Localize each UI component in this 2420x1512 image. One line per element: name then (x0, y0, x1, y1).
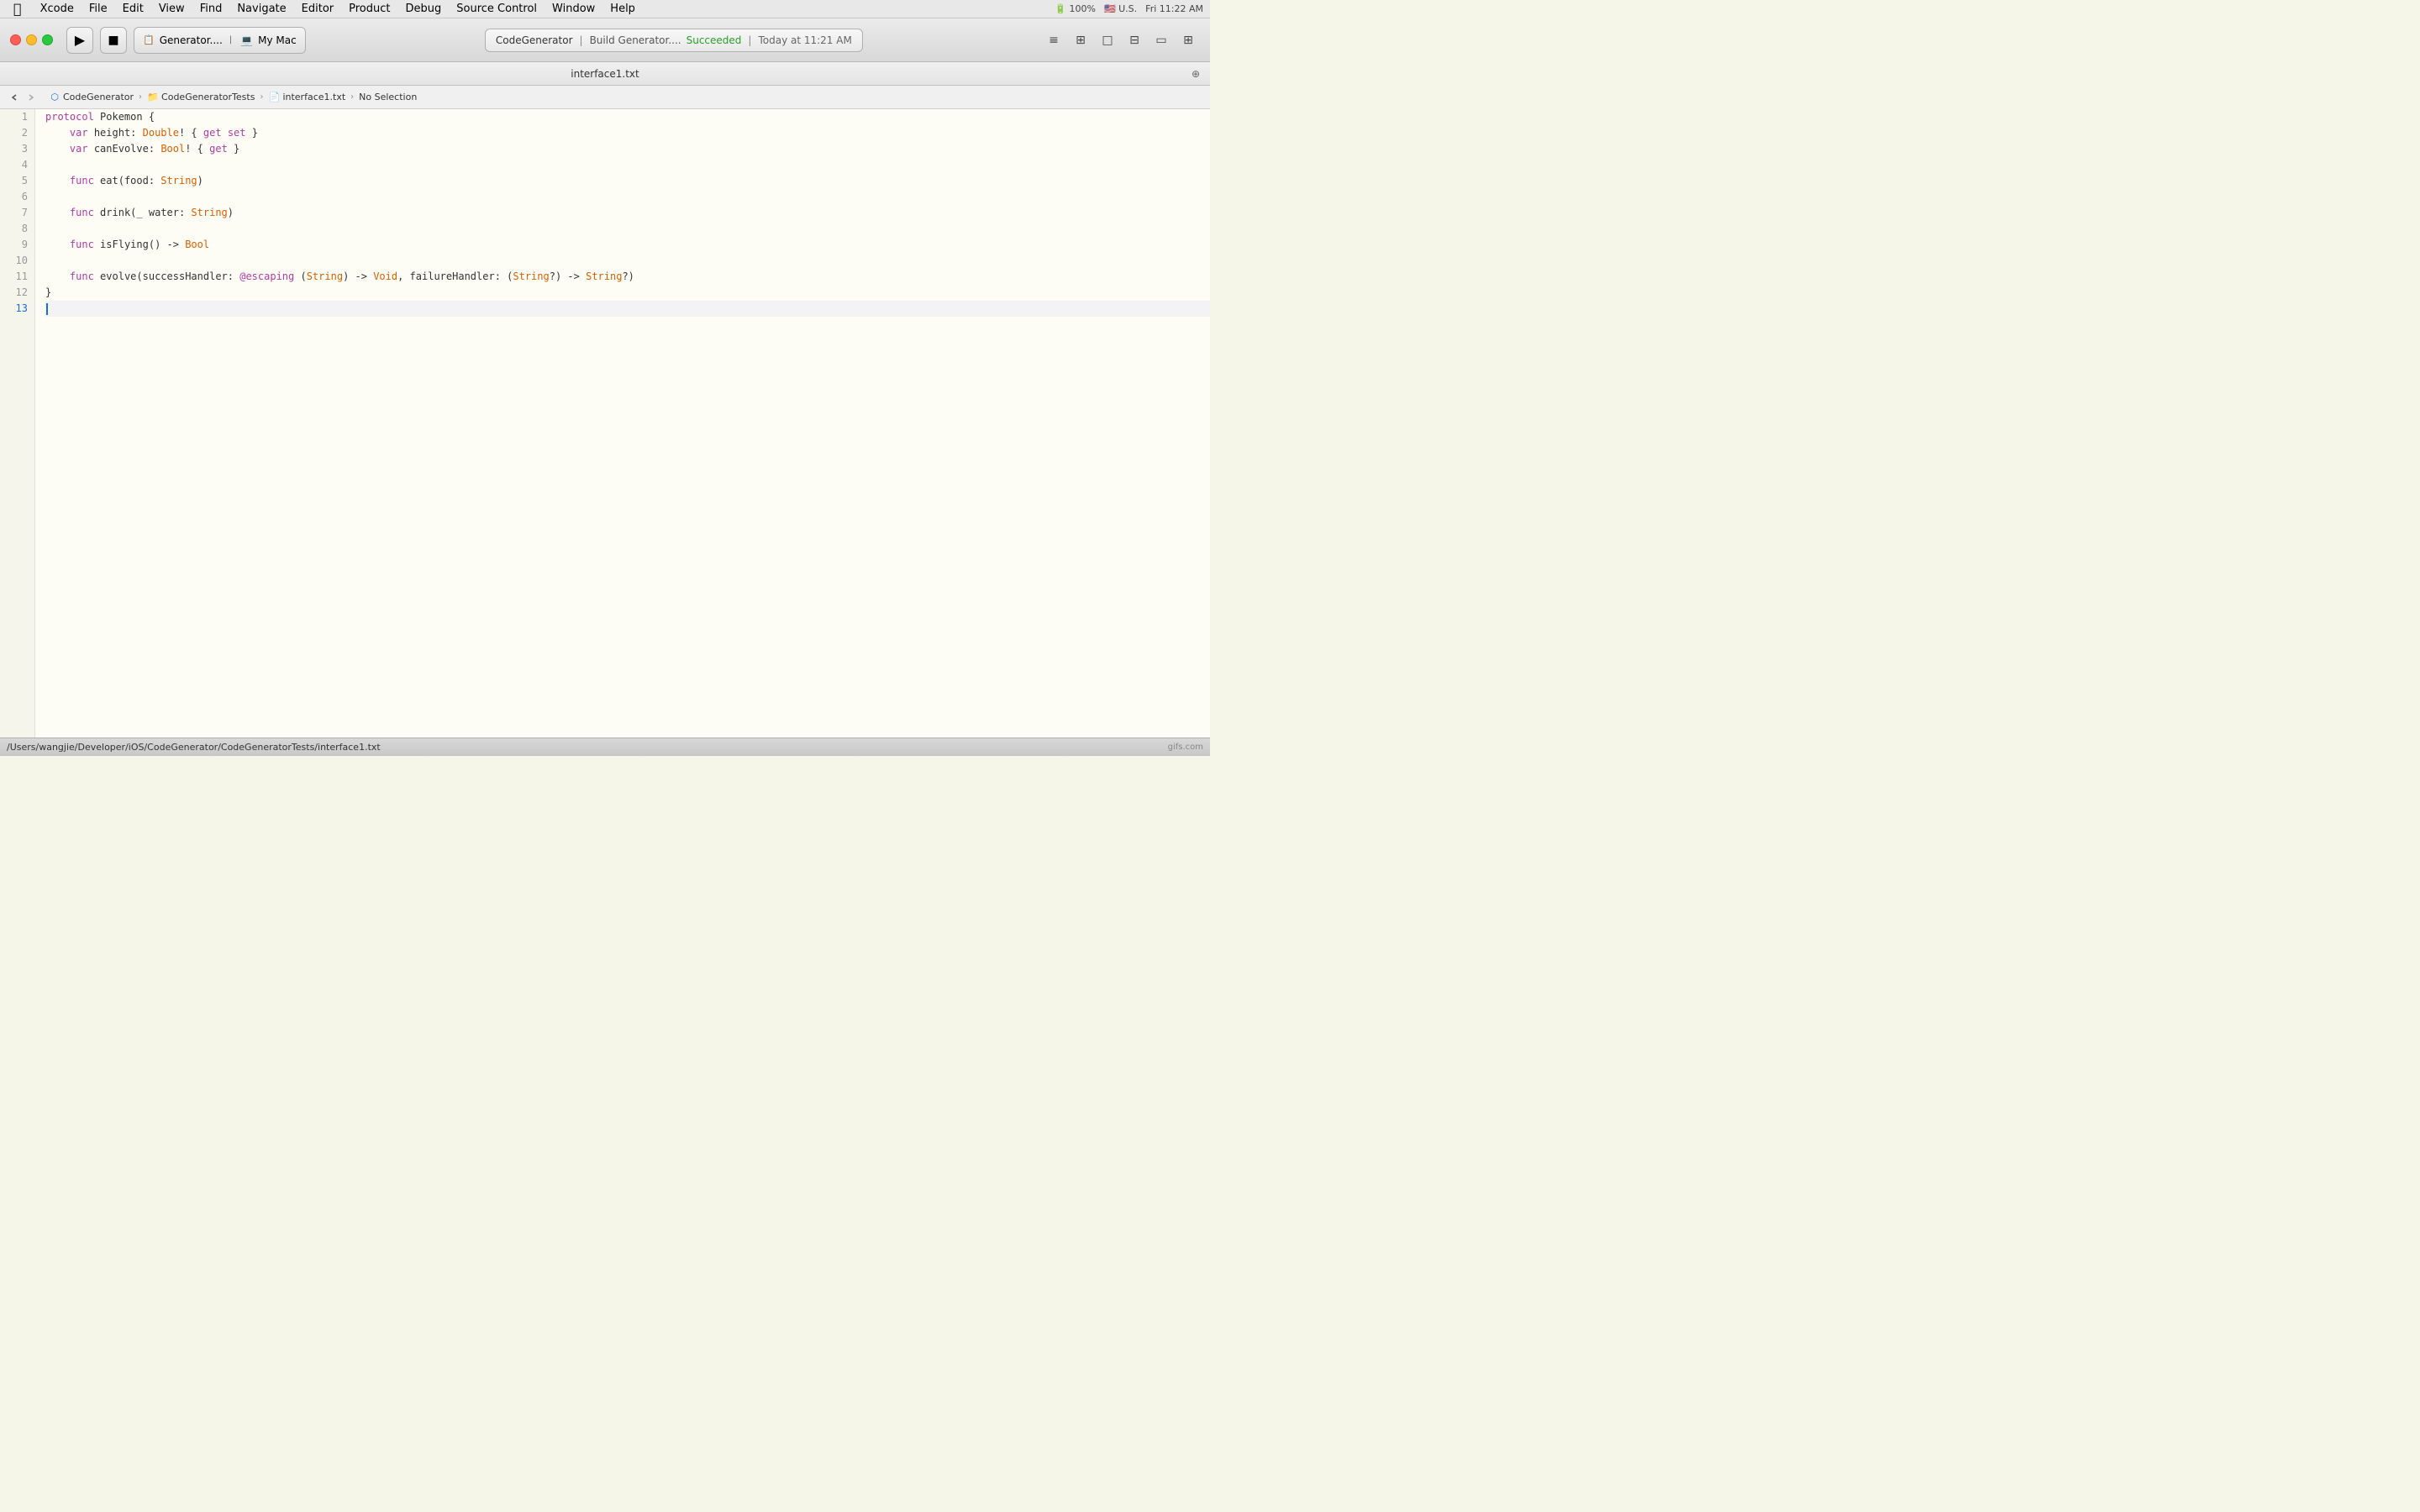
code-line-10 (45, 253, 1210, 269)
traffic-lights (10, 34, 53, 45)
scheme-name: Generator.... (160, 34, 223, 46)
menu-edit[interactable]: Edit (116, 2, 150, 16)
build-status: CodeGenerator | Build Generator.... Succ… (313, 29, 1035, 52)
scheme-separator: | (229, 35, 232, 45)
file-icon: 📄 (268, 92, 280, 103)
menu-file[interactable]: File (82, 2, 114, 16)
file-title: interface1.txt (571, 68, 639, 80)
line-num-2: 2 (0, 125, 34, 141)
breadcrumb-sep-1: › (139, 92, 142, 102)
code-line-7: func drink(_ water: String) (45, 205, 1210, 221)
line-num-7: 7 (0, 205, 34, 221)
folder-icon: 📁 (147, 92, 159, 103)
run-button[interactable]: ▶ (66, 27, 93, 54)
statusbar: /Users/wangjie/Developer/iOS/CodeGenerat… (0, 738, 1210, 756)
build-time: Today at 11:21 AM (758, 34, 851, 46)
navigator-toggle[interactable]: ≡ (1042, 29, 1065, 52)
editor-layout-single[interactable]: □ (1096, 29, 1119, 52)
toolbar-right: ≡ ⊞ □ ⊟ ▭ ⊞ (1042, 29, 1200, 52)
breadcrumb-sep-2: › (260, 92, 263, 102)
jump-bar-toggle[interactable]: ⊞ (1069, 29, 1092, 52)
apple-menu[interactable]:  (7, 0, 29, 18)
code-line-1: protocol Pokemon { (45, 109, 1210, 125)
project-icon: ⬡ (49, 92, 60, 103)
line-num-4: 4 (0, 157, 34, 173)
code-line-12: } (45, 285, 1210, 301)
build-result: Succeeded (687, 34, 742, 46)
toolbar: ▶ ■ 📋 Generator.... | 💻 My Mac CodeGener… (0, 18, 1210, 62)
code-line-9: func isFlying() -> Bool (45, 237, 1210, 253)
build-time-sep: | (748, 34, 751, 46)
expand-button[interactable]: ⊕ (1188, 66, 1203, 81)
close-button[interactable] (10, 34, 21, 45)
line-num-11: 11 (0, 269, 34, 285)
editor: 1 2 3 4 5 6 7 8 9 10 11 12 13 protocol P… (0, 109, 1210, 738)
build-separator: | (580, 34, 583, 46)
status-path: /Users/wangjie/Developer/iOS/CodeGenerat… (7, 742, 381, 753)
line-num-12: 12 (0, 285, 34, 301)
breadcrumb-back[interactable] (7, 90, 22, 105)
line-numbers: 1 2 3 4 5 6 7 8 9 10 11 12 13 (0, 109, 35, 738)
code-line-11: func evolve(successHandler: @escaping (S… (45, 269, 1210, 285)
breadcrumb-selection-text: No Selection (359, 92, 417, 102)
breadcrumb-project-name: CodeGenerator (63, 92, 134, 102)
menu-debug[interactable]: Debug (398, 2, 448, 16)
menu-xcode[interactable]: Xcode (34, 2, 81, 16)
line-num-5: 5 (0, 173, 34, 189)
destination-icon: 💻 (240, 34, 253, 46)
breadcrumb-file[interactable]: 📄 interface1.txt (265, 90, 349, 105)
system-battery: 🔋 100% (1055, 3, 1096, 14)
breadcrumb-folder-name: CodeGeneratorTests (161, 92, 255, 102)
zoom-button[interactable] (42, 34, 53, 45)
code-line-8 (45, 221, 1210, 237)
breadcrumb-selection[interactable]: No Selection (355, 90, 420, 104)
code-line-13 (45, 301, 1210, 317)
line-num-9: 9 (0, 237, 34, 253)
menu-product[interactable]: Product (342, 2, 397, 16)
line-num-1: 1 (0, 109, 34, 125)
breadcrumb-sep-3: › (350, 92, 354, 102)
scheme-selector[interactable]: 📋 Generator.... | 💻 My Mac (134, 27, 306, 54)
code-line-6 (45, 189, 1210, 205)
minimize-button[interactable] (26, 34, 37, 45)
breadcrumb-nav (7, 90, 39, 105)
line-num-10: 10 (0, 253, 34, 269)
build-action: Build Generator.... (590, 34, 681, 46)
menu-help[interactable]: Help (603, 2, 642, 16)
editor-layout-split-h[interactable]: ⊟ (1123, 29, 1146, 52)
line-num-8: 8 (0, 221, 34, 237)
code-line-5: func eat(food: String) (45, 173, 1210, 189)
menu-window[interactable]: Window (545, 2, 602, 16)
code-line-3: var canEvolve: Bool! { get } (45, 141, 1210, 157)
build-status-box: CodeGenerator | Build Generator.... Succ… (485, 29, 863, 52)
line-num-3: 3 (0, 141, 34, 157)
code-line-2: var height: Double! { get set } (45, 125, 1210, 141)
destination-name: My Mac (258, 34, 297, 46)
breadcrumb-folder[interactable]: 📁 CodeGeneratorTests (144, 90, 258, 105)
editor-layout-split-v[interactable]: ▭ (1150, 29, 1173, 52)
code-area[interactable]: protocol Pokemon { var height: Double! {… (35, 109, 1210, 738)
menu-find[interactable]: Find (193, 2, 229, 16)
breadcrumb-project[interactable]: ⬡ CodeGenerator (45, 90, 137, 105)
watermark: gifs.com (1168, 743, 1203, 752)
code-line-4 (45, 157, 1210, 173)
menu-editor[interactable]: Editor (295, 2, 340, 16)
breadcrumb-forward[interactable] (24, 90, 39, 105)
scheme-icon: 📋 (143, 34, 155, 45)
breadcrumb-file-name: interface1.txt (282, 92, 345, 102)
inspectors-toggle[interactable]: ⊞ (1176, 29, 1200, 52)
build-app-name: CodeGenerator (496, 34, 573, 46)
stop-button[interactable]: ■ (100, 27, 127, 54)
menu-navigate[interactable]: Navigate (230, 2, 292, 16)
system-time: Fri 11:22 AM (1145, 3, 1203, 14)
breadcrumb: ⬡ CodeGenerator › 📁 CodeGeneratorTests ›… (0, 86, 1210, 109)
menubar:  Xcode File Edit View Find Navigate Edi… (0, 0, 1210, 18)
line-num-6: 6 (0, 189, 34, 205)
menu-source-control[interactable]: Source Control (450, 2, 544, 16)
menu-view[interactable]: View (152, 2, 192, 16)
line-num-13: 13 (0, 301, 34, 317)
file-title-bar: interface1.txt ⊕ (0, 62, 1210, 86)
system-locale: 🇺🇸 U.S. (1104, 3, 1137, 14)
